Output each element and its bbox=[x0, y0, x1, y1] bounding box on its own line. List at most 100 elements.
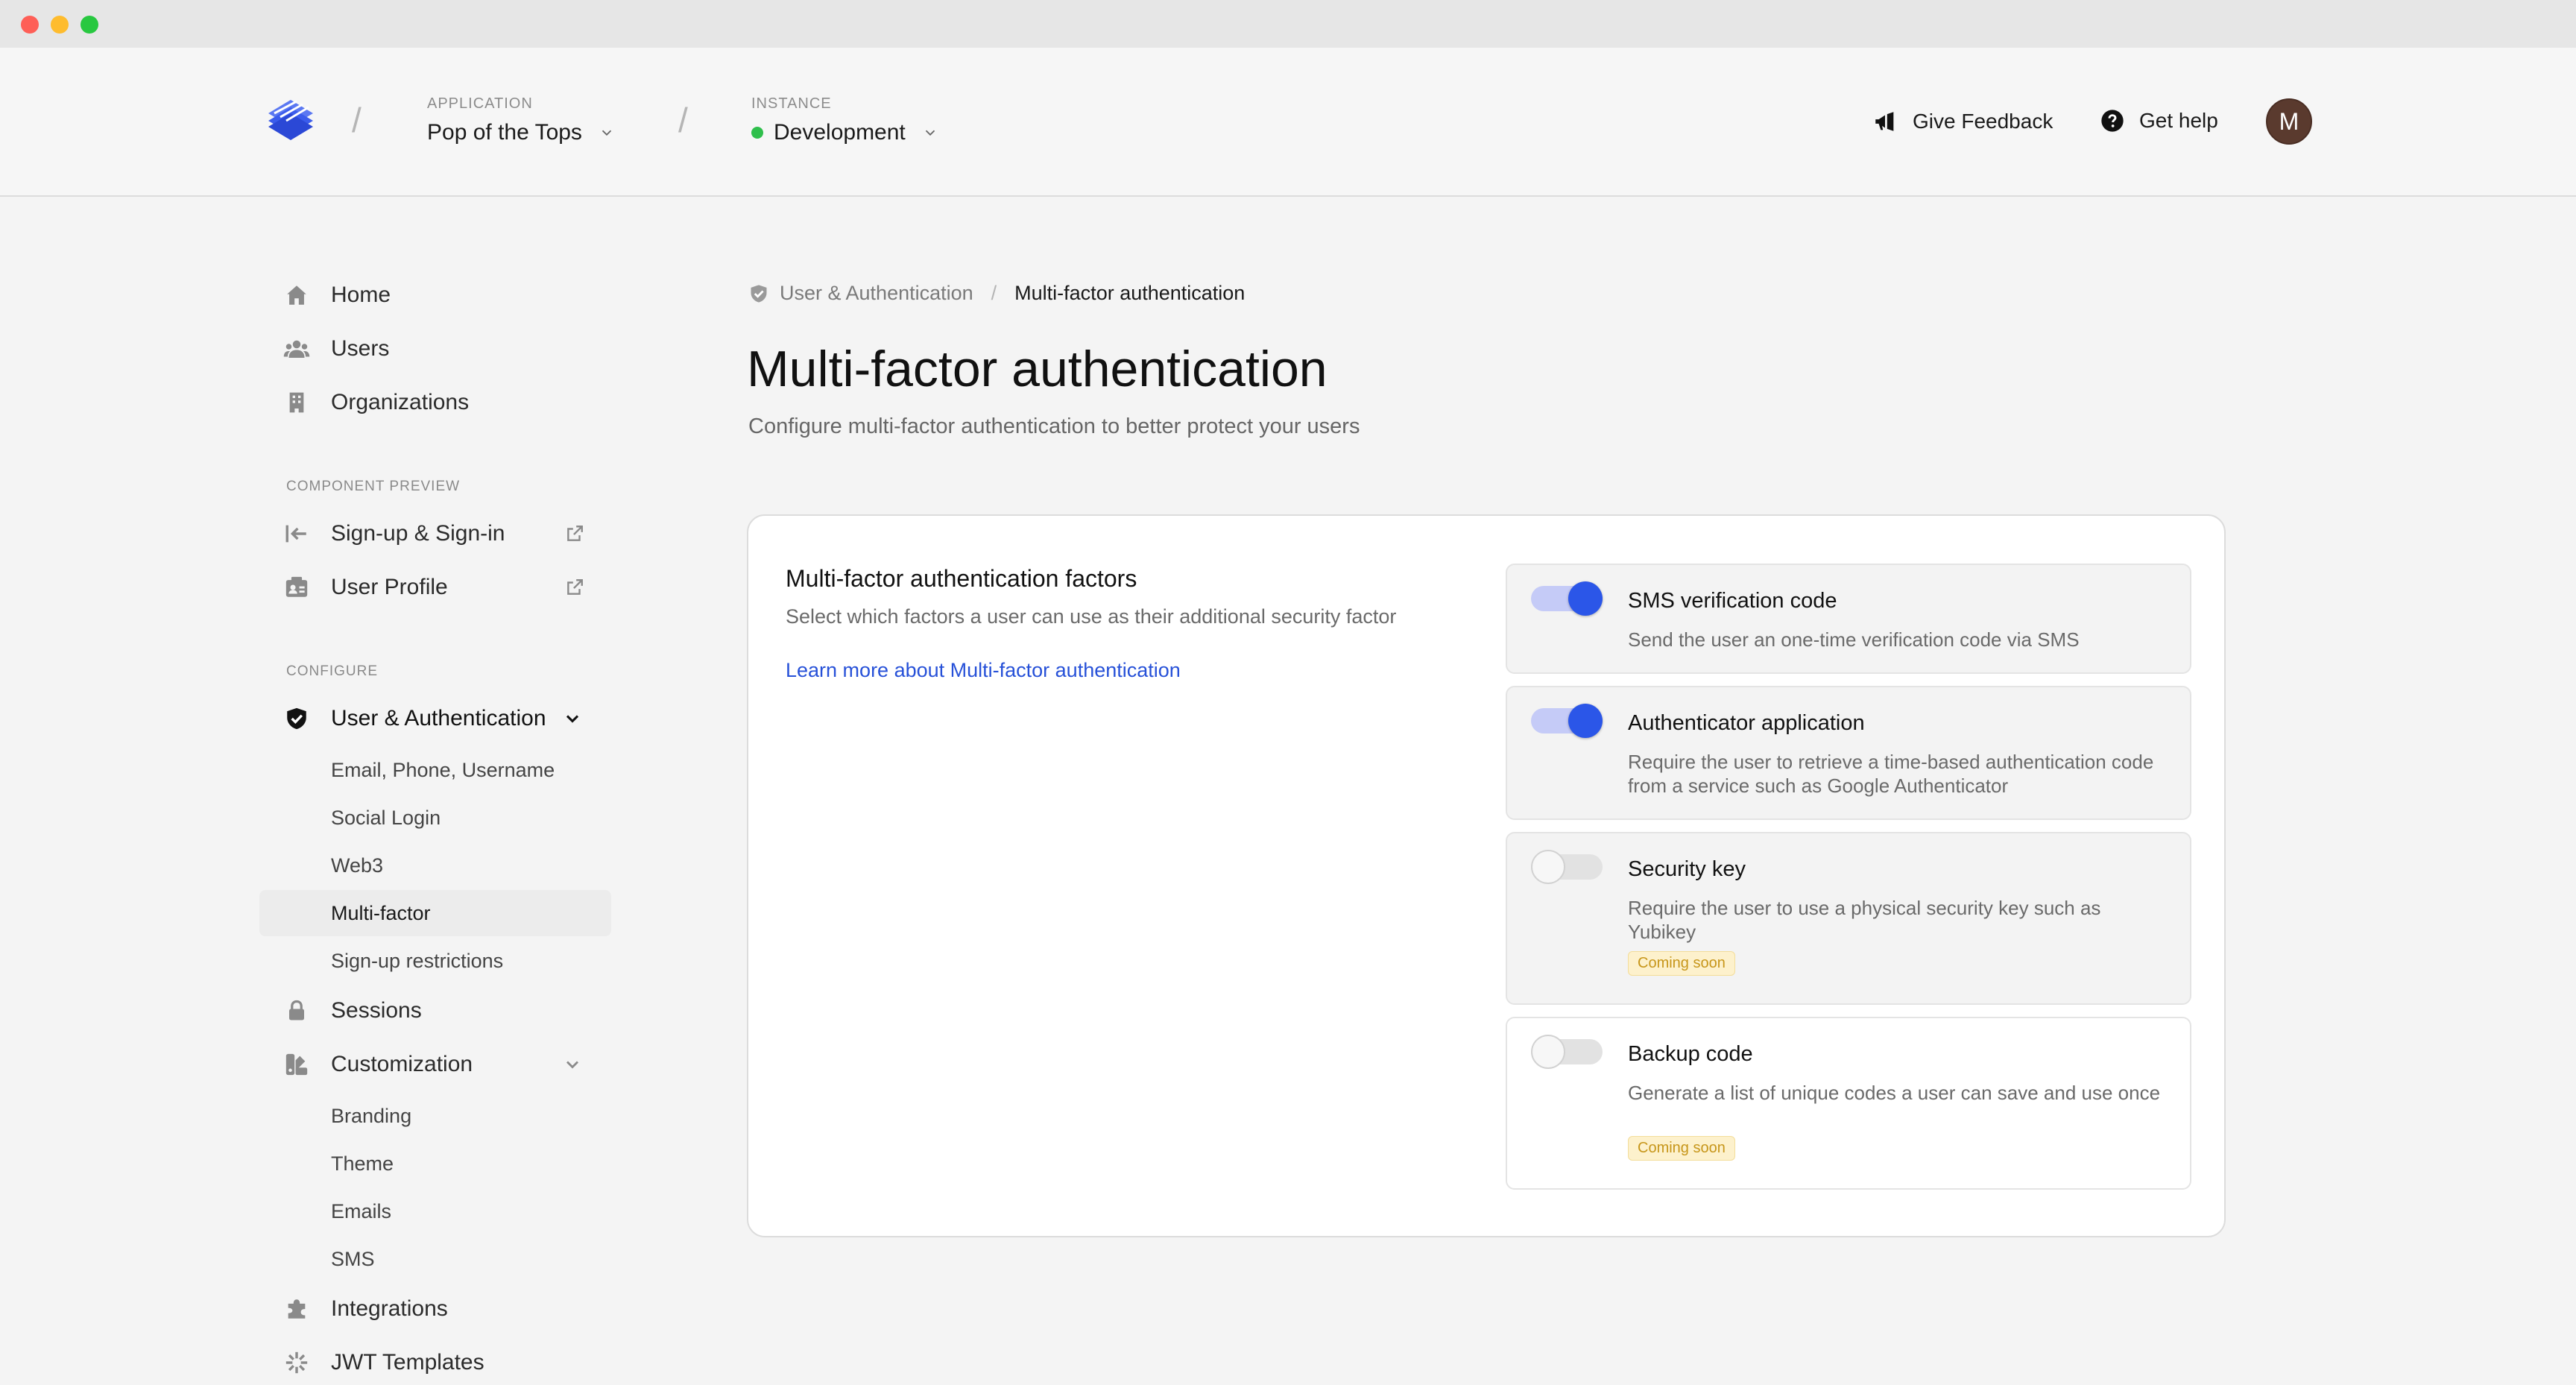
sidebar-subitem-theme[interactable]: Theme bbox=[259, 1141, 611, 1187]
sidebar-subitem-label: Multi-factor bbox=[331, 901, 431, 924]
shield-check-icon bbox=[287, 707, 306, 730]
profile-card-icon bbox=[285, 576, 308, 597]
external-link-icon bbox=[567, 579, 583, 595]
sidebar-subitem-email-phone-username[interactable]: Email, Phone, Username bbox=[259, 747, 611, 793]
megaphone-icon bbox=[1875, 112, 1894, 131]
users-icon bbox=[283, 340, 310, 358]
sidebar-item-sessions[interactable]: Sessions bbox=[259, 988, 614, 1033]
mfa-factors-card: Multi-factor authentication factors Sele… bbox=[747, 514, 2226, 1237]
header-separator: / bbox=[352, 101, 362, 139]
sidebar-item-users[interactable]: Users bbox=[259, 326, 614, 371]
sidebar-subitem-emails[interactable]: Emails bbox=[259, 1188, 611, 1234]
sidebar-subitem-label: Web3 bbox=[331, 854, 384, 877]
chevron-down-icon bbox=[602, 130, 612, 136]
close-window-button[interactable] bbox=[21, 16, 39, 34]
learn-more-link[interactable]: Learn more about Multi-factor authentica… bbox=[786, 659, 1181, 682]
avatar[interactable]: M bbox=[2266, 98, 2312, 145]
page-title: Multi-factor authentication bbox=[747, 341, 1328, 397]
sidebar-subitem-label: Emails bbox=[331, 1199, 392, 1222]
sidebar-subitem-branding[interactable]: Branding bbox=[259, 1093, 611, 1139]
sms-verification-toggle[interactable] bbox=[1531, 581, 1603, 616]
sidebar-item-label: Sign-up & Sign-in bbox=[331, 521, 505, 546]
get-help-label: Get help bbox=[2139, 109, 2218, 132]
sign-in-icon bbox=[285, 525, 306, 543]
page-subtitle: Configure multi-factor authentication to… bbox=[748, 414, 1360, 438]
instance-status-dot bbox=[751, 127, 763, 139]
breadcrumb: User & Authentication / Multi-factor aut… bbox=[748, 282, 1245, 305]
chevron-down-icon bbox=[566, 715, 579, 723]
factor-title: Security key bbox=[1628, 857, 1746, 881]
sidebar-item-user-authentication[interactable]: User & Authentication bbox=[259, 696, 614, 741]
sidebar-item-user-profile[interactable]: User Profile bbox=[259, 565, 614, 610]
card-description: Select which factors a user can use as t… bbox=[786, 605, 1397, 628]
chevron-down-icon bbox=[925, 130, 935, 136]
sidebar-item-customization[interactable]: Customization bbox=[259, 1042, 614, 1087]
sidebar-subitem-sign-up-restrictions[interactable]: Sign-up restrictions bbox=[259, 938, 611, 984]
card-title: Multi-factor authentication factors bbox=[786, 565, 1137, 592]
backup-code-toggle[interactable] bbox=[1531, 1035, 1603, 1069]
instance-label: INSTANCE bbox=[751, 95, 832, 112]
instance-name: Development bbox=[774, 120, 906, 145]
security-key-toggle[interactable] bbox=[1531, 850, 1603, 884]
factor-title: Authenticator application bbox=[1628, 711, 1865, 735]
sidebar-subitem-label: Email, Phone, Username bbox=[331, 758, 555, 781]
minimize-window-button[interactable] bbox=[51, 16, 69, 34]
sidebar-item-home[interactable]: Home bbox=[259, 273, 614, 318]
factor-description: Generate a list of unique codes a user c… bbox=[1628, 1082, 2161, 1104]
building-icon bbox=[289, 392, 304, 413]
instance-switcher[interactable]: INSTANCE Development bbox=[751, 95, 938, 145]
factor-backup-code: Backup code Generate a list of unique co… bbox=[1506, 1017, 2191, 1190]
app-logo-icon[interactable] bbox=[264, 91, 318, 145]
sidebar-item-label: User & Authentication bbox=[331, 706, 546, 731]
sidebar-subitem-sms[interactable]: SMS bbox=[259, 1236, 611, 1282]
sidebar-item-label: Home bbox=[331, 283, 391, 307]
application-name: Pop of the Tops bbox=[427, 120, 582, 145]
application-switcher[interactable]: APPLICATION Pop of the Tops bbox=[427, 95, 615, 145]
authenticator-app-toggle[interactable] bbox=[1531, 704, 1603, 738]
sidebar-item-label: Users bbox=[331, 336, 390, 361]
sidebar-item-label: Organizations bbox=[331, 390, 470, 414]
sidebar-item-sign-up-sign-in[interactable]: Sign-up & Sign-in bbox=[259, 511, 614, 556]
shield-check-icon bbox=[751, 284, 767, 303]
top-header: / APPLICATION Pop of the Tops / INSTANCE… bbox=[0, 48, 2576, 197]
factor-title: Backup code bbox=[1628, 1042, 1753, 1066]
breadcrumb-current: Multi-factor authentication bbox=[1014, 282, 1246, 304]
sidebar-item-label: Customization bbox=[331, 1052, 473, 1076]
sidebar-subitem-social-login[interactable]: Social Login bbox=[259, 795, 611, 841]
home-icon bbox=[287, 285, 306, 305]
section-heading-component-preview: COMPONENT PREVIEW bbox=[286, 479, 461, 494]
factor-description: Require the user to retrieve a time-base… bbox=[1628, 751, 2154, 797]
sidebar-subitem-web3[interactable]: Web3 bbox=[259, 842, 611, 889]
header-separator: / bbox=[678, 101, 688, 139]
give-feedback-label: Give Feedback bbox=[1913, 110, 2053, 133]
breadcrumb-separator: / bbox=[991, 282, 997, 304]
factor-description: Send the user an one-time verification c… bbox=[1628, 628, 2080, 651]
breadcrumb-parent-link[interactable]: User & Authentication bbox=[780, 282, 973, 305]
sidebar-item-organizations[interactable]: Organizations bbox=[259, 380, 614, 425]
window-titlebar bbox=[0, 0, 2576, 48]
application-label: APPLICATION bbox=[427, 95, 533, 112]
sidebar-item-integrations[interactable]: Integrations bbox=[259, 1287, 614, 1331]
factor-description: Require the user to use a physical secur… bbox=[1628, 897, 2101, 943]
sidebar-subitem-label: SMS bbox=[331, 1247, 375, 1270]
chevron-down-icon bbox=[566, 1061, 578, 1069]
help-icon bbox=[2101, 110, 2124, 132]
sidebar-subitem-label: Social Login bbox=[331, 806, 441, 829]
sidebar-item-label: Integrations bbox=[331, 1296, 448, 1321]
sidebar-item-label: Sessions bbox=[331, 998, 422, 1023]
palette-brush-icon bbox=[285, 1053, 308, 1076]
factor-authenticator-app: Authenticator application Require the us… bbox=[1506, 686, 2191, 820]
section-heading-configure: CONFIGURE bbox=[286, 663, 378, 679]
puzzle-icon bbox=[288, 1299, 306, 1319]
factor-sms-verification: SMS verification code Send the user an o… bbox=[1506, 564, 2191, 674]
lock-icon bbox=[289, 1000, 304, 1020]
maximize-window-button[interactable] bbox=[80, 16, 98, 34]
factor-title: SMS verification code bbox=[1628, 589, 1837, 613]
give-feedback-button[interactable]: Give Feedback bbox=[1872, 109, 2053, 134]
get-help-button[interactable]: Get help bbox=[2100, 109, 2218, 133]
sidebar-item-jwt-templates[interactable]: JWT Templates bbox=[259, 1340, 614, 1385]
coming-soon-badge: Coming soon bbox=[1628, 1136, 1735, 1161]
sidebar-subitem-multi-factor[interactable]: Multi-factor bbox=[259, 890, 611, 936]
coming-soon-badge: Coming soon bbox=[1628, 951, 1735, 976]
sidebar-subitem-label: Branding bbox=[331, 1104, 412, 1127]
